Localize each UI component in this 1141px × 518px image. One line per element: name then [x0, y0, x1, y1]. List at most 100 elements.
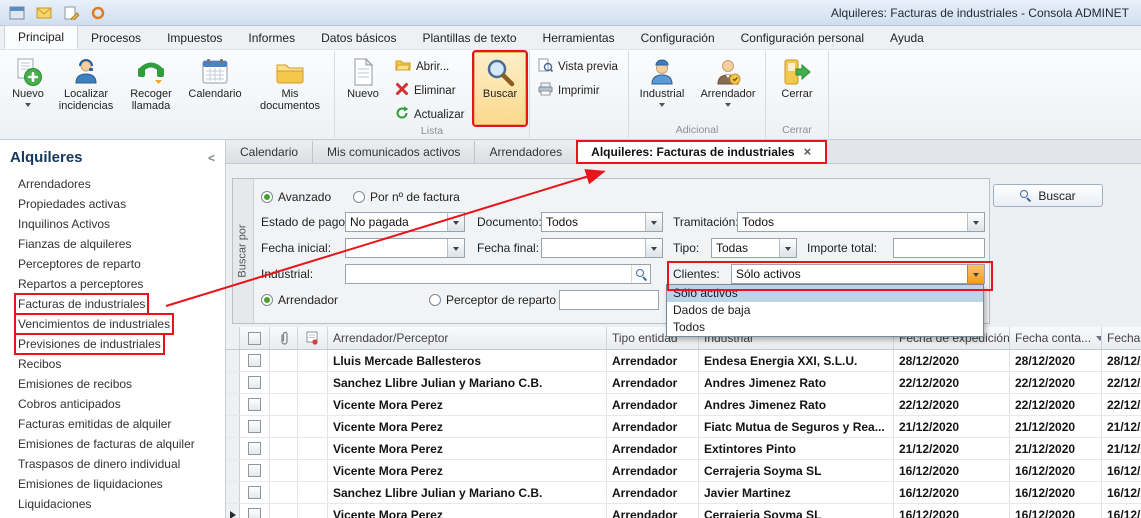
ribbon-tab[interactable]: Datos básicos — [308, 27, 409, 49]
row-selector[interactable] — [226, 372, 240, 393]
row-selector[interactable] — [226, 416, 240, 437]
arrendador-button[interactable]: Arrendador — [694, 52, 762, 124]
row-checkbox[interactable] — [248, 376, 261, 389]
select-all-header[interactable] — [240, 327, 270, 349]
radio-circle-selected[interactable] — [261, 191, 273, 203]
ribbon-tab[interactable]: Principal — [4, 25, 78, 49]
chevron-down-icon[interactable] — [967, 265, 984, 283]
notes-edit-icon[interactable] — [60, 3, 82, 23]
sidebar-item[interactable]: Fianzas de alquileres — [0, 234, 225, 254]
calendario-button[interactable]: Calendario — [183, 52, 247, 124]
ribbon-tab[interactable]: Configuración — [628, 27, 728, 49]
support-ring-icon[interactable] — [87, 3, 109, 23]
perceptor-input[interactable] — [559, 290, 659, 310]
select-all-checkbox[interactable] — [248, 332, 261, 345]
table-row[interactable]: Vicente Mora Perez Arrendador Cerrajeria… — [226, 460, 1141, 482]
window-icon[interactable] — [6, 3, 28, 23]
row-checkbox-cell[interactable] — [240, 460, 270, 481]
chevron-down-icon[interactable] — [447, 213, 464, 231]
sidebar-item[interactable]: Repartos a perceptores — [0, 274, 225, 294]
row-selector[interactable] — [226, 350, 240, 371]
radio-circle-selected[interactable] — [261, 294, 273, 306]
row-checkbox-cell[interactable] — [240, 438, 270, 459]
document-tab[interactable]: Mis comunicados activos × — [313, 141, 475, 163]
row-checkbox-cell[interactable] — [240, 372, 270, 393]
table-row[interactable]: Vicente Mora Perez Arrendador Fiatc Mutu… — [226, 416, 1141, 438]
ribbon-tab[interactable]: Configuración personal — [728, 27, 877, 49]
sidebar-collapse-button[interactable]: < — [208, 151, 215, 165]
row-checkbox-cell[interactable] — [240, 394, 270, 415]
dropdown-option[interactable]: Sólo activos — [667, 285, 983, 302]
sidebar-item[interactable]: Liquidaciones — [0, 494, 225, 514]
imprimir-button[interactable]: Imprimir — [533, 80, 625, 101]
buscar-button[interactable]: Buscar — [474, 52, 526, 125]
table-row[interactable]: Vicente Mora Perez Arrendador Extintores… — [226, 438, 1141, 460]
estado-pago-select[interactable]: No pagada — [345, 212, 465, 232]
row-checkbox[interactable] — [248, 442, 261, 455]
row-checkbox[interactable] — [248, 508, 261, 518]
recoger-llamada-button[interactable]: Recoger llamada — [121, 52, 181, 124]
sidebar-item[interactable]: Propiedades activas — [0, 194, 225, 214]
close-icon[interactable]: × — [804, 141, 812, 163]
row-selector[interactable] — [226, 504, 240, 518]
mis-documentos-button[interactable]: Mis documentos — [249, 52, 331, 124]
radio-arrendador[interactable]: Arrendador — [261, 290, 338, 310]
industrial-input-field[interactable] — [346, 265, 631, 283]
document-column-header[interactable] — [298, 327, 328, 349]
localizar-incidencias-button[interactable]: Localizar incidencias — [53, 52, 119, 124]
mail-icon[interactable] — [33, 3, 55, 23]
radio-avanzado[interactable]: Avanzado — [261, 187, 331, 207]
dropdown-option[interactable]: Todos — [667, 319, 983, 336]
search-icon[interactable] — [631, 265, 650, 283]
table-row[interactable]: Lluis Mercade Ballesteros Arrendador End… — [226, 350, 1141, 372]
table-row[interactable]: Vicente Mora Perez Arrendador Andres Jim… — [226, 394, 1141, 416]
ribbon-tab[interactable]: Impuestos — [154, 27, 235, 49]
row-checkbox-cell[interactable] — [240, 416, 270, 437]
clientes-select[interactable]: Sólo activos — [731, 264, 985, 284]
fecha-final-select[interactable] — [541, 238, 663, 258]
dropdown-option[interactable]: Dados de baja — [667, 302, 983, 319]
sidebar-item[interactable]: Cobros anticipados — [0, 394, 225, 414]
table-row[interactable]: Sanchez Llibre Julian y Mariano C.B. Arr… — [226, 482, 1141, 504]
lista-nuevo-button[interactable]: Nuevo — [338, 52, 388, 125]
sidebar-item[interactable]: Arrendadores — [0, 174, 225, 194]
row-checkbox[interactable] — [248, 420, 261, 433]
actualizar-button[interactable]: Actualizar — [390, 104, 472, 125]
document-tab[interactable]: Calendario × — [226, 141, 313, 163]
ribbon-tab[interactable]: Ayuda — [877, 27, 937, 49]
industrial-input[interactable] — [345, 264, 651, 284]
table-row[interactable]: Vicente Mora Perez Arrendador Cerrajeria… — [226, 504, 1141, 518]
chevron-down-icon[interactable] — [645, 213, 662, 231]
row-checkbox[interactable] — [248, 464, 261, 477]
column-header-fecha-conta[interactable]: Fecha conta... — [1010, 327, 1102, 349]
tramitacion-select[interactable]: Todos — [737, 212, 985, 232]
table-row[interactable]: Sanchez Llibre Julian y Mariano C.B. Arr… — [226, 372, 1141, 394]
chevron-down-icon[interactable] — [447, 239, 464, 257]
vista-previa-button[interactable]: Vista previa — [533, 56, 625, 77]
sidebar-item[interactable]: Traspasos de dinero individual — [0, 454, 225, 474]
radio-circle[interactable] — [429, 294, 441, 306]
sidebar-item[interactable]: Perceptores de reparto — [0, 254, 225, 274]
row-selector[interactable] — [226, 482, 240, 503]
eliminar-button[interactable]: Eliminar — [390, 80, 472, 101]
radio-perceptor[interactable]: Perceptor de reparto — [429, 290, 556, 310]
fecha-inicial-select[interactable] — [345, 238, 465, 258]
nuevo-button[interactable]: Nuevo — [5, 52, 51, 124]
row-selector[interactable] — [226, 394, 240, 415]
row-checkbox[interactable] — [248, 398, 261, 411]
documento-select[interactable]: Todos — [541, 212, 663, 232]
sidebar-item[interactable]: Facturas emitidas de alquiler — [0, 414, 225, 434]
ribbon-tab[interactable]: Herramientas — [530, 27, 628, 49]
column-header-fecha[interactable]: Fecha... — [1102, 327, 1141, 349]
sidebar-item[interactable]: Emisiones de recibos — [0, 374, 225, 394]
attachment-column-header[interactable] — [270, 327, 298, 349]
sidebar-item[interactable]: Vencimientos de industriales — [0, 314, 225, 334]
row-selector[interactable] — [226, 438, 240, 459]
ribbon-tab[interactable]: Procesos — [78, 27, 154, 49]
row-checkbox[interactable] — [248, 486, 261, 499]
column-header-arrendador[interactable]: Arrendador/Perceptor — [328, 327, 607, 349]
cerrar-button[interactable]: Cerrar — [769, 52, 825, 124]
buscar-filter-button[interactable]: Buscar — [993, 184, 1103, 207]
row-selector[interactable] — [226, 460, 240, 481]
sidebar-item[interactable]: Emisiones de facturas de alquiler — [0, 434, 225, 454]
